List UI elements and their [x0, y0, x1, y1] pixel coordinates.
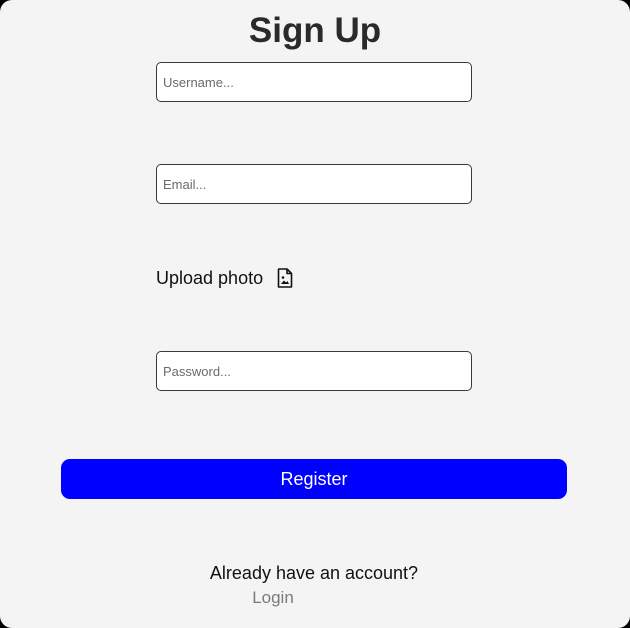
file-image-icon[interactable] [277, 268, 293, 288]
email-input[interactable] [156, 164, 472, 204]
password-input[interactable] [156, 351, 472, 391]
signup-card: Sign Up Upload photo Register Already ha… [0, 0, 630, 628]
page-title: Sign Up [248, 11, 382, 50]
register-button[interactable]: Register [61, 459, 567, 499]
upload-photo-control[interactable]: Upload photo [156, 264, 293, 292]
upload-photo-label: Upload photo [156, 268, 264, 288]
already-have-account-text: Already have an account? [209, 563, 419, 583]
username-input[interactable] [156, 62, 472, 102]
login-link[interactable]: Login [0, 587, 546, 609]
